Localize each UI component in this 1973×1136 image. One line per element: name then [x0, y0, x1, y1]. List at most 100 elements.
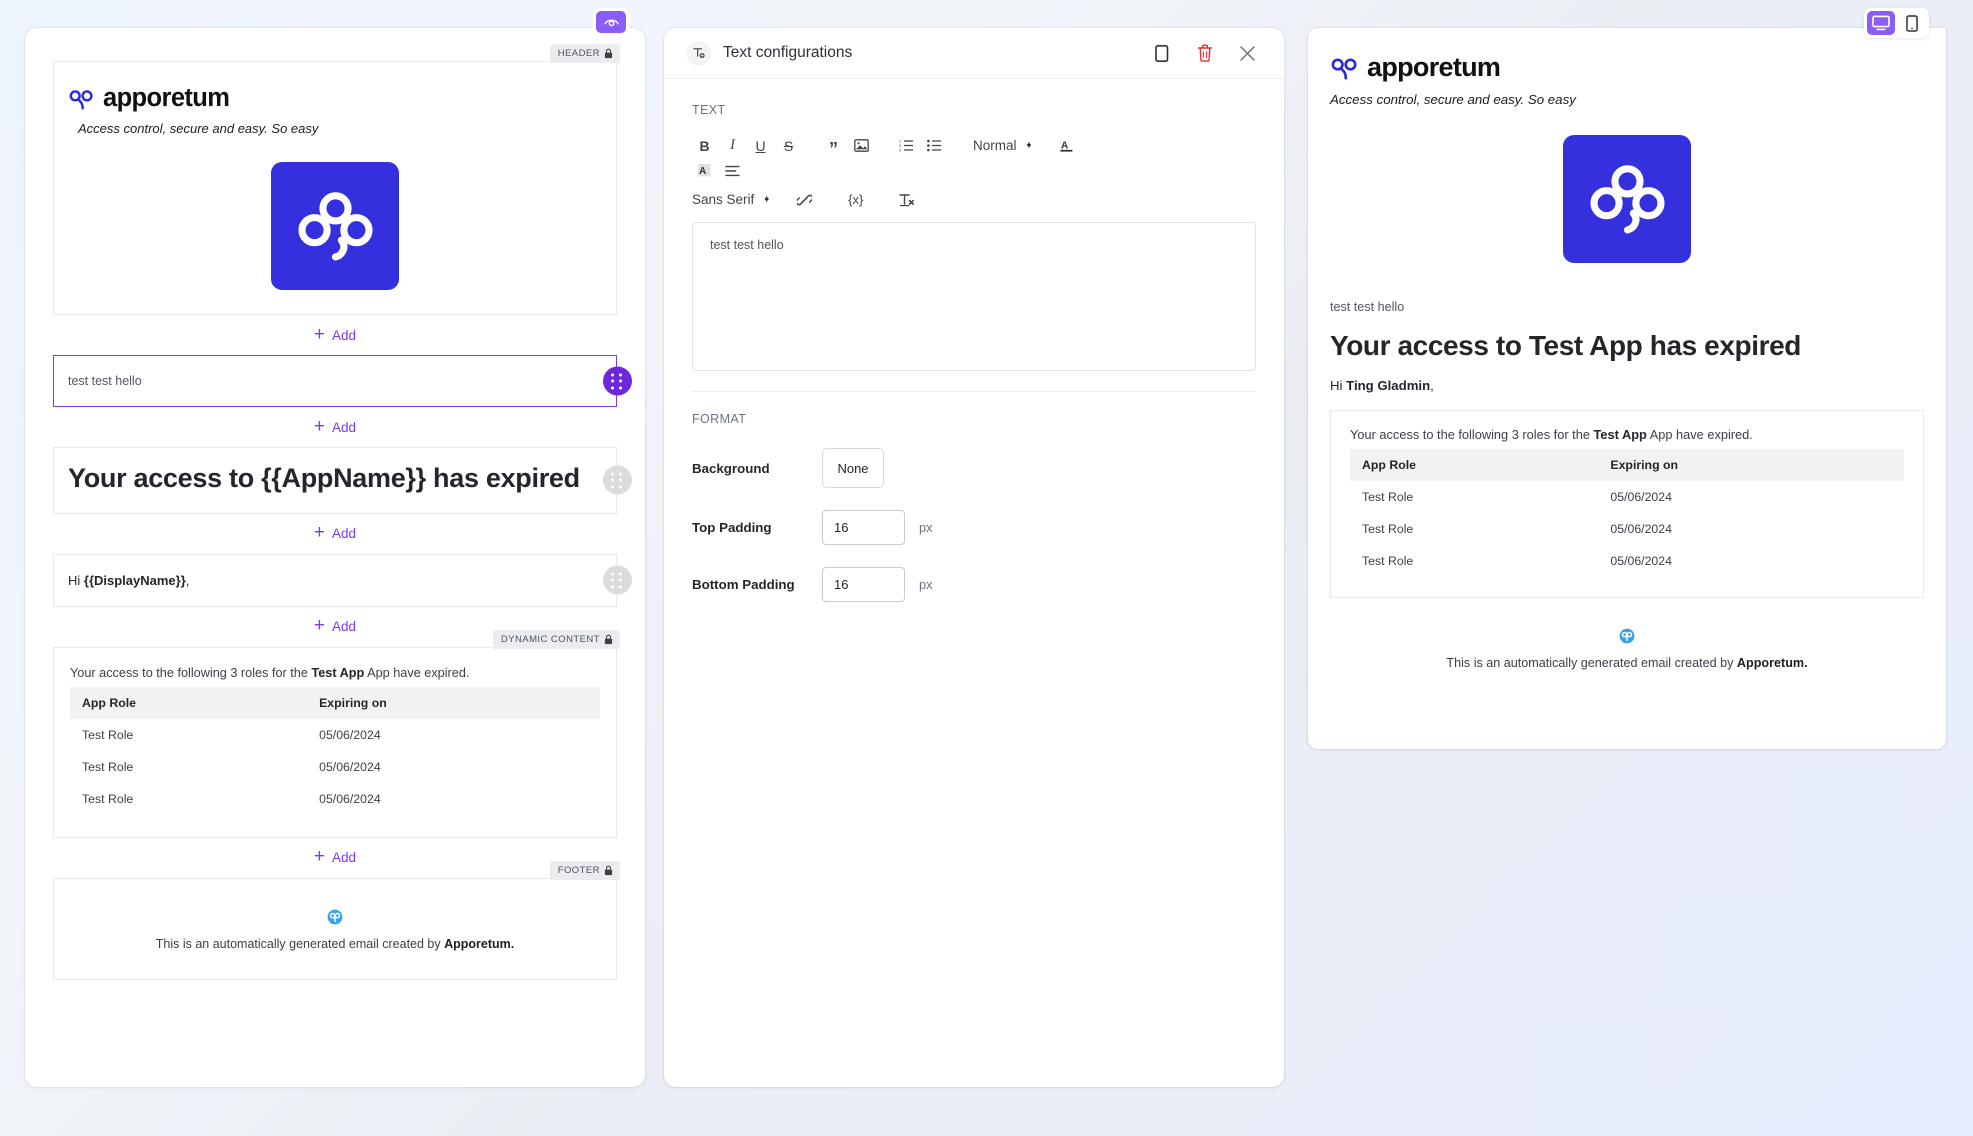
font-color-button[interactable]: A [1054, 133, 1079, 158]
cell-role: Test Role [82, 727, 134, 742]
merge-field-button[interactable]: {x} [843, 187, 868, 212]
rich-text-toolbar: B I U S ” 1 2 3 Normal ▲ ▼ A A Sans Seri… [692, 131, 1092, 220]
background-row: Background None [692, 448, 1256, 488]
svg-text:A: A [699, 166, 706, 177]
config-panel-header: Text configurations [664, 28, 1284, 79]
clear-format-button[interactable] [894, 187, 919, 212]
underline-button[interactable]: U [748, 133, 773, 158]
preview-heading: Your access to Test App has expired [1330, 330, 1801, 361]
top-padding-label: Top Padding [692, 520, 772, 535]
greeting-block: Hi {{DisplayName}}, [53, 553, 632, 607]
strikethrough-button[interactable]: S [776, 133, 801, 158]
greeting-prefix: Hi [68, 572, 84, 588]
font-color-icon: A [1060, 140, 1073, 152]
table-row: Test Role 05/06/2024 [70, 783, 600, 815]
section-divider [692, 391, 1256, 392]
lock-icon [604, 48, 613, 59]
brand-name: apporetum [103, 84, 230, 112]
preview-lead-before: Your access to the following 3 roles for… [1350, 427, 1594, 442]
col-app-role: App Role [70, 686, 320, 719]
italic-button[interactable]: I [720, 133, 745, 158]
duplicate-icon [1154, 44, 1168, 62]
align-icon [725, 165, 740, 176]
background-swatch-button[interactable]: None [822, 448, 884, 488]
background-value: None [837, 460, 869, 476]
add-block-button-3[interactable]: + Add [53, 514, 617, 554]
preview-greeting-prefix: Hi [1330, 378, 1347, 393]
bullet-list-icon [927, 139, 942, 152]
text-block-icon-wrap [686, 40, 711, 66]
preview-lead-app: Test App [1593, 427, 1647, 442]
preview-footer-text: This is an automatically generated email… [1330, 656, 1924, 670]
bottom-padding-input[interactable] [822, 567, 905, 602]
top-padding-input[interactable] [822, 510, 905, 545]
mobile-view-button[interactable] [1898, 11, 1926, 35]
cell-date: 05/06/2024 [1610, 490, 1672, 504]
heading-block-drag-handle[interactable] [603, 465, 632, 495]
add-label: Add [332, 419, 357, 435]
plus-icon: + [313, 415, 326, 437]
add-block-button-2[interactable]: + Add [53, 407, 617, 447]
eye-icon [603, 19, 619, 26]
blockquote-button[interactable]: ” [821, 133, 846, 158]
bullet-list-button[interactable] [922, 133, 947, 158]
text-block-card[interactable]: test test hello [53, 355, 617, 407]
cell-date: 05/06/2024 [1610, 522, 1672, 536]
preview-toggle-button[interactable] [593, 8, 629, 36]
config-panel-title: Text configurations [723, 44, 853, 61]
footer-block-card[interactable]: This is an automatically generated email… [53, 877, 617, 980]
cell-role: Test Role [1362, 554, 1414, 568]
apporetum-small-badge-icon [1619, 628, 1635, 644]
lock-icon [604, 634, 613, 645]
plus-icon: + [313, 846, 326, 868]
footer-text: This is an automatically generated email… [68, 937, 602, 951]
preview-dynamic-card: Your access to the following 3 roles for… [1330, 410, 1924, 598]
highlight-color-icon: A [698, 164, 711, 177]
roles-table: App Role Expiring on Test Role 05/06/202… [70, 686, 600, 815]
highlight-color-button[interactable]: A [692, 158, 717, 183]
align-button[interactable] [720, 158, 745, 183]
image-icon [854, 139, 869, 152]
greeting-suffix: , [185, 572, 190, 588]
preview-footer-before: This is an automatically generated email… [1446, 656, 1737, 670]
add-label: Add [332, 526, 357, 542]
cell-date: 05/06/2024 [319, 727, 381, 742]
preview-brand-name: apporetum [1367, 52, 1501, 82]
preview-text-block: test test hello [1330, 300, 1405, 314]
block-format-select[interactable]: Normal ▲ ▼ [973, 133, 1032, 158]
bold-button[interactable]: B [692, 133, 717, 158]
add-block-button-5[interactable]: + Add [53, 838, 617, 878]
plus-icon: + [313, 615, 326, 637]
preview-brand-lockup: apporetum [1330, 52, 1924, 83]
greeting-block-card[interactable]: Hi {{DisplayName}}, [53, 553, 617, 607]
text-block-drag-handle[interactable] [603, 366, 632, 396]
preview-footer: This is an automatically generated email… [1330, 628, 1924, 692]
apporetum-small-badge-icon [327, 909, 343, 925]
plus-icon: + [313, 323, 326, 345]
lead-before: Your access to the following 3 roles for… [70, 665, 312, 680]
greeting-block-drag-handle[interactable] [603, 565, 632, 595]
add-block-button-1[interactable]: + Add [53, 315, 617, 355]
ordered-list-button[interactable]: 1 2 3 [894, 133, 919, 158]
link-button[interactable] [792, 187, 817, 212]
font-family-select[interactable]: Sans Serif ▲ ▼ [692, 187, 770, 212]
header-block-card[interactable]: apporetum Access control, secure and eas… [53, 61, 617, 315]
footer-brand: Apporetum. [444, 936, 515, 951]
close-icon [1239, 45, 1255, 61]
rich-text-editor[interactable]: test test hello [692, 222, 1256, 371]
background-label: Background [692, 460, 770, 476]
duplicate-button[interactable] [1148, 38, 1178, 68]
greeting-token: {{DisplayName}} [83, 572, 186, 588]
preview-greeting-suffix: , [1430, 378, 1434, 393]
svg-text:3: 3 [899, 147, 902, 152]
preview-footer-brand: Apporetum. [1736, 656, 1808, 670]
delete-button[interactable] [1190, 38, 1220, 68]
dynamic-content-badge: DYNAMIC CONTENT [492, 629, 620, 649]
heading-block-card[interactable]: Your access to {{AppName}} has expired [53, 447, 617, 514]
bottom-padding-label: Bottom Padding [692, 577, 795, 592]
clear-format-icon [899, 193, 914, 206]
dynamic-content-card[interactable]: Your access to the following 3 roles for… [53, 646, 617, 838]
close-button[interactable] [1232, 38, 1262, 68]
image-button[interactable] [849, 133, 874, 158]
desktop-view-button[interactable] [1867, 11, 1895, 35]
